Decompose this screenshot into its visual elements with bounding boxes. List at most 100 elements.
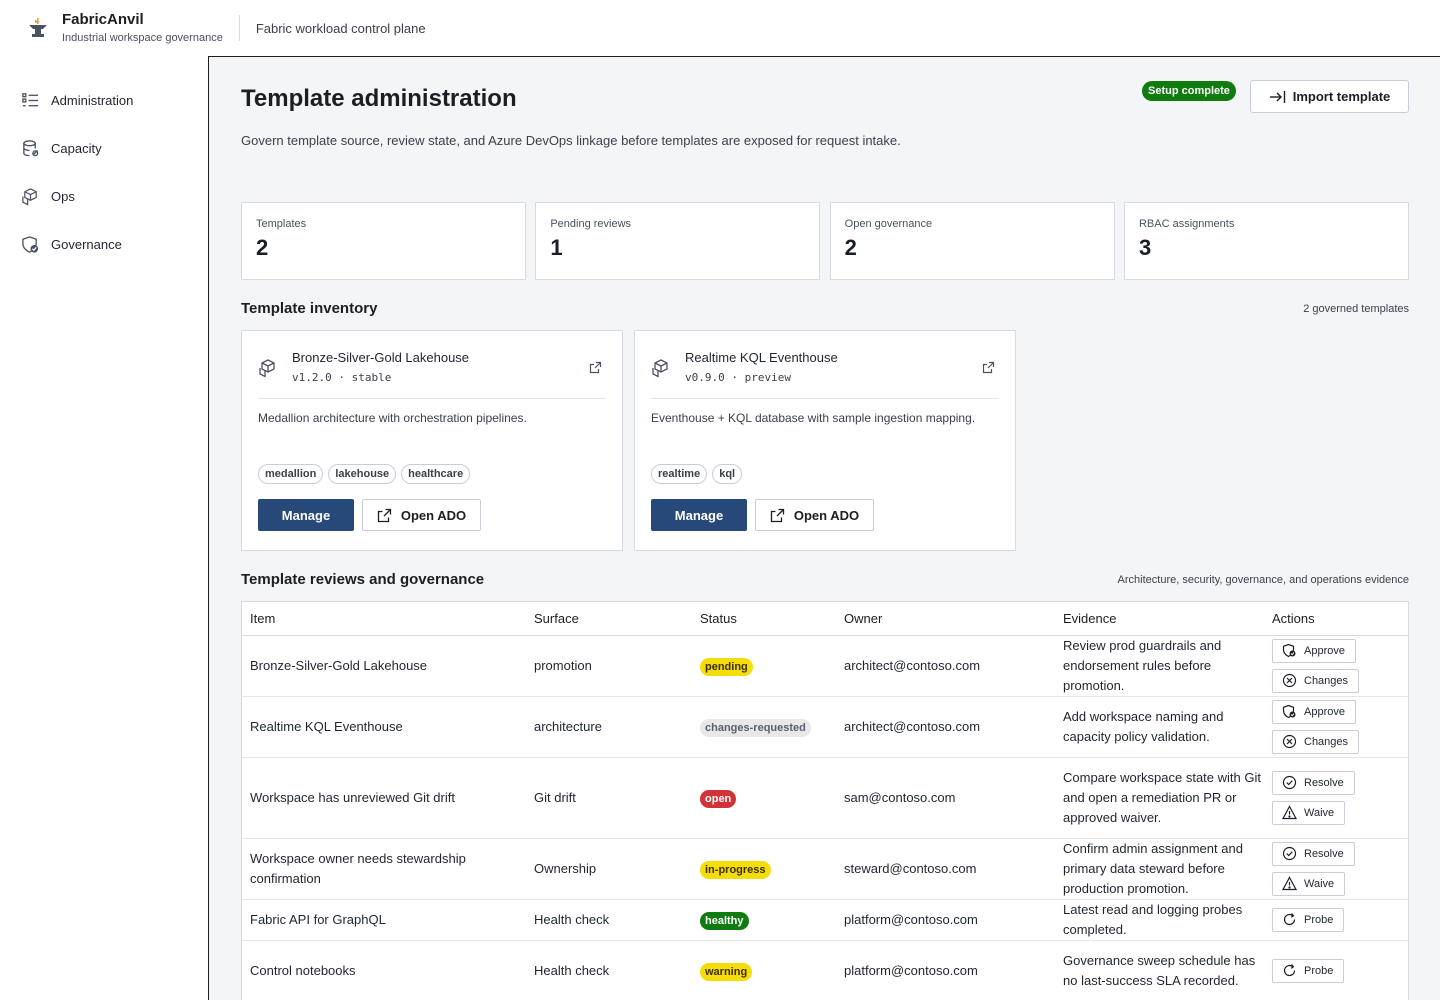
external-link-icon[interactable] bbox=[589, 361, 602, 374]
status-badge: open bbox=[700, 789, 737, 808]
top-bar: FabricAnvil Industrial workspace governa… bbox=[0, 0, 1440, 56]
column-header-status: Status bbox=[692, 602, 836, 636]
template-tag: realtime bbox=[651, 464, 708, 484]
row-surface: Health check bbox=[526, 899, 692, 941]
main-panel: Template administration Setup complete I… bbox=[208, 56, 1440, 1000]
template-name: Realtime KQL Eventhouse bbox=[685, 350, 838, 365]
metric-label: Pending reviews bbox=[550, 218, 632, 230]
row-owner: architect@contoso.com bbox=[836, 696, 1055, 758]
close-circle-icon bbox=[1282, 673, 1297, 688]
status-badge: warning bbox=[700, 962, 753, 981]
metric-label: Open governance bbox=[844, 218, 933, 230]
control-plane-label: Fabric workload control plane bbox=[255, 20, 426, 36]
action-label: Resolve bbox=[1304, 776, 1344, 789]
approve-button[interactable]: Approve bbox=[1272, 699, 1356, 724]
reviews-table: Item Surface Status Owner Evidence Actio… bbox=[241, 601, 1409, 1000]
row-item: Bronze-Silver-Gold Lakehouse bbox=[242, 635, 526, 697]
metric-card-open-governance: Open governance 2 bbox=[829, 202, 1115, 280]
anvil-logo-icon bbox=[29, 18, 47, 37]
open-ado-label: Open ADO bbox=[400, 507, 467, 523]
table-row: Fabric API for GraphQL Health check heal… bbox=[242, 899, 1408, 941]
sidebar-item-ops[interactable]: Ops bbox=[0, 172, 208, 220]
action-label: Waive bbox=[1304, 806, 1335, 819]
import-template-button[interactable]: Import template bbox=[1250, 80, 1409, 113]
row-item: Realtime KQL Eventhouse bbox=[242, 696, 526, 758]
sidebar-item-label: Governance bbox=[51, 236, 122, 252]
warning-icon bbox=[1282, 805, 1297, 820]
sidebar-item-administration[interactable]: Administration bbox=[0, 76, 208, 124]
template-version: v0.9.0 · preview bbox=[685, 371, 791, 384]
row-surface: architecture bbox=[526, 696, 692, 758]
topbar-divider bbox=[238, 15, 240, 41]
check-circle-icon bbox=[1282, 846, 1297, 861]
brand[interactable]: FabricAnvil Industrial workspace governa… bbox=[0, 11, 223, 45]
app-name: FabricAnvil bbox=[62, 11, 144, 28]
warning-icon bbox=[1282, 876, 1297, 891]
template-description: Eventhouse + KQL database with sample in… bbox=[651, 411, 976, 425]
setup-status-badge: Setup complete bbox=[1142, 81, 1236, 101]
metric-label: Templates bbox=[256, 218, 307, 230]
table-row: Workspace has unreviewed Git drift Git d… bbox=[242, 757, 1408, 839]
probe-button[interactable]: Probe bbox=[1272, 958, 1345, 983]
status-badge: pending bbox=[700, 657, 753, 676]
waive-button[interactable]: Waive bbox=[1272, 871, 1346, 896]
column-header-owner: Owner bbox=[836, 602, 1055, 636]
template-name: Bronze-Silver-Gold Lakehouse bbox=[292, 350, 470, 365]
probe-button[interactable]: Probe bbox=[1272, 907, 1345, 932]
sidebar-item-capacity[interactable]: Capacity bbox=[0, 124, 208, 172]
table-row: Control notebooks Health check warning p… bbox=[242, 940, 1408, 1000]
row-item: Workspace has unreviewed Git drift bbox=[242, 757, 526, 839]
approve-button[interactable]: Approve bbox=[1272, 638, 1356, 663]
row-evidence: Confirm admin assignment and primary dat… bbox=[1063, 840, 1243, 896]
template-card: Bronze-Silver-Gold Lakehouse v1.2.0 · st… bbox=[241, 330, 623, 551]
database-icon bbox=[20, 138, 40, 158]
metric-label: RBAC assignments bbox=[1138, 218, 1235, 230]
action-label: Resolve bbox=[1304, 847, 1344, 860]
metric-card-rbac-assignments: RBAC assignments 3 bbox=[1123, 202, 1409, 280]
reviews-section-title: Template reviews and governance bbox=[241, 571, 485, 588]
check-circle-icon bbox=[1282, 775, 1297, 790]
action-label: Waive bbox=[1304, 877, 1335, 890]
manage-button[interactable]: Manage bbox=[651, 499, 747, 531]
sidebar-item-label: Ops bbox=[51, 188, 75, 204]
manage-button[interactable]: Manage bbox=[258, 499, 354, 531]
sidebar-item-governance[interactable]: Governance bbox=[0, 220, 208, 268]
resolve-button[interactable]: Resolve bbox=[1272, 770, 1355, 795]
row-evidence: Governance sweep schedule has no last-su… bbox=[1063, 952, 1256, 988]
row-item: Control notebooks bbox=[242, 940, 526, 1000]
external-link-icon[interactable] bbox=[982, 361, 995, 374]
open-ado-button[interactable]: Open ADO bbox=[362, 499, 481, 531]
action-label: Probe bbox=[1304, 964, 1334, 977]
waive-button[interactable]: Waive bbox=[1272, 800, 1346, 825]
row-evidence: Compare workspace state with Git and ope… bbox=[1063, 769, 1261, 825]
row-evidence: Review prod guardrails and endorsement r… bbox=[1063, 637, 1222, 693]
row-owner: architect@contoso.com bbox=[836, 635, 1055, 697]
status-badge: changes-requested bbox=[700, 718, 811, 737]
open-ado-button[interactable]: Open ADO bbox=[755, 499, 874, 531]
resolve-button[interactable]: Resolve bbox=[1272, 841, 1355, 866]
app-subtitle: Industrial workspace governance bbox=[62, 32, 223, 44]
import-template-label: Import template bbox=[1292, 89, 1391, 104]
list-icon bbox=[20, 90, 40, 110]
metric-value: 2 bbox=[844, 235, 857, 260]
template-tags: realtime kql bbox=[651, 464, 999, 484]
column-header-surface: Surface bbox=[526, 602, 692, 636]
shield-check-icon bbox=[20, 234, 40, 254]
row-item: Workspace owner needs stewardship confir… bbox=[242, 838, 526, 900]
shield-check-icon bbox=[1282, 643, 1296, 658]
row-evidence: Add workspace naming and capacity policy… bbox=[1063, 708, 1224, 744]
changes-button[interactable]: Changes bbox=[1272, 729, 1360, 754]
metric-value: 2 bbox=[256, 235, 269, 260]
table-row: Workspace owner needs stewardship confir… bbox=[242, 838, 1408, 900]
template-description: Medallion architecture with orchestratio… bbox=[258, 411, 527, 425]
row-surface: Ownership bbox=[526, 838, 692, 900]
changes-button[interactable]: Changes bbox=[1272, 668, 1360, 693]
status-badge: in-progress bbox=[700, 860, 771, 879]
template-tag: medallion bbox=[258, 464, 324, 484]
open-ado-label: Open ADO bbox=[793, 507, 860, 523]
sidebar-item-label: Administration bbox=[51, 92, 134, 108]
row-surface: Git drift bbox=[526, 757, 692, 839]
refresh-icon bbox=[1283, 964, 1296, 977]
shield-check-icon bbox=[1282, 704, 1296, 719]
cubes-icon bbox=[652, 359, 668, 378]
